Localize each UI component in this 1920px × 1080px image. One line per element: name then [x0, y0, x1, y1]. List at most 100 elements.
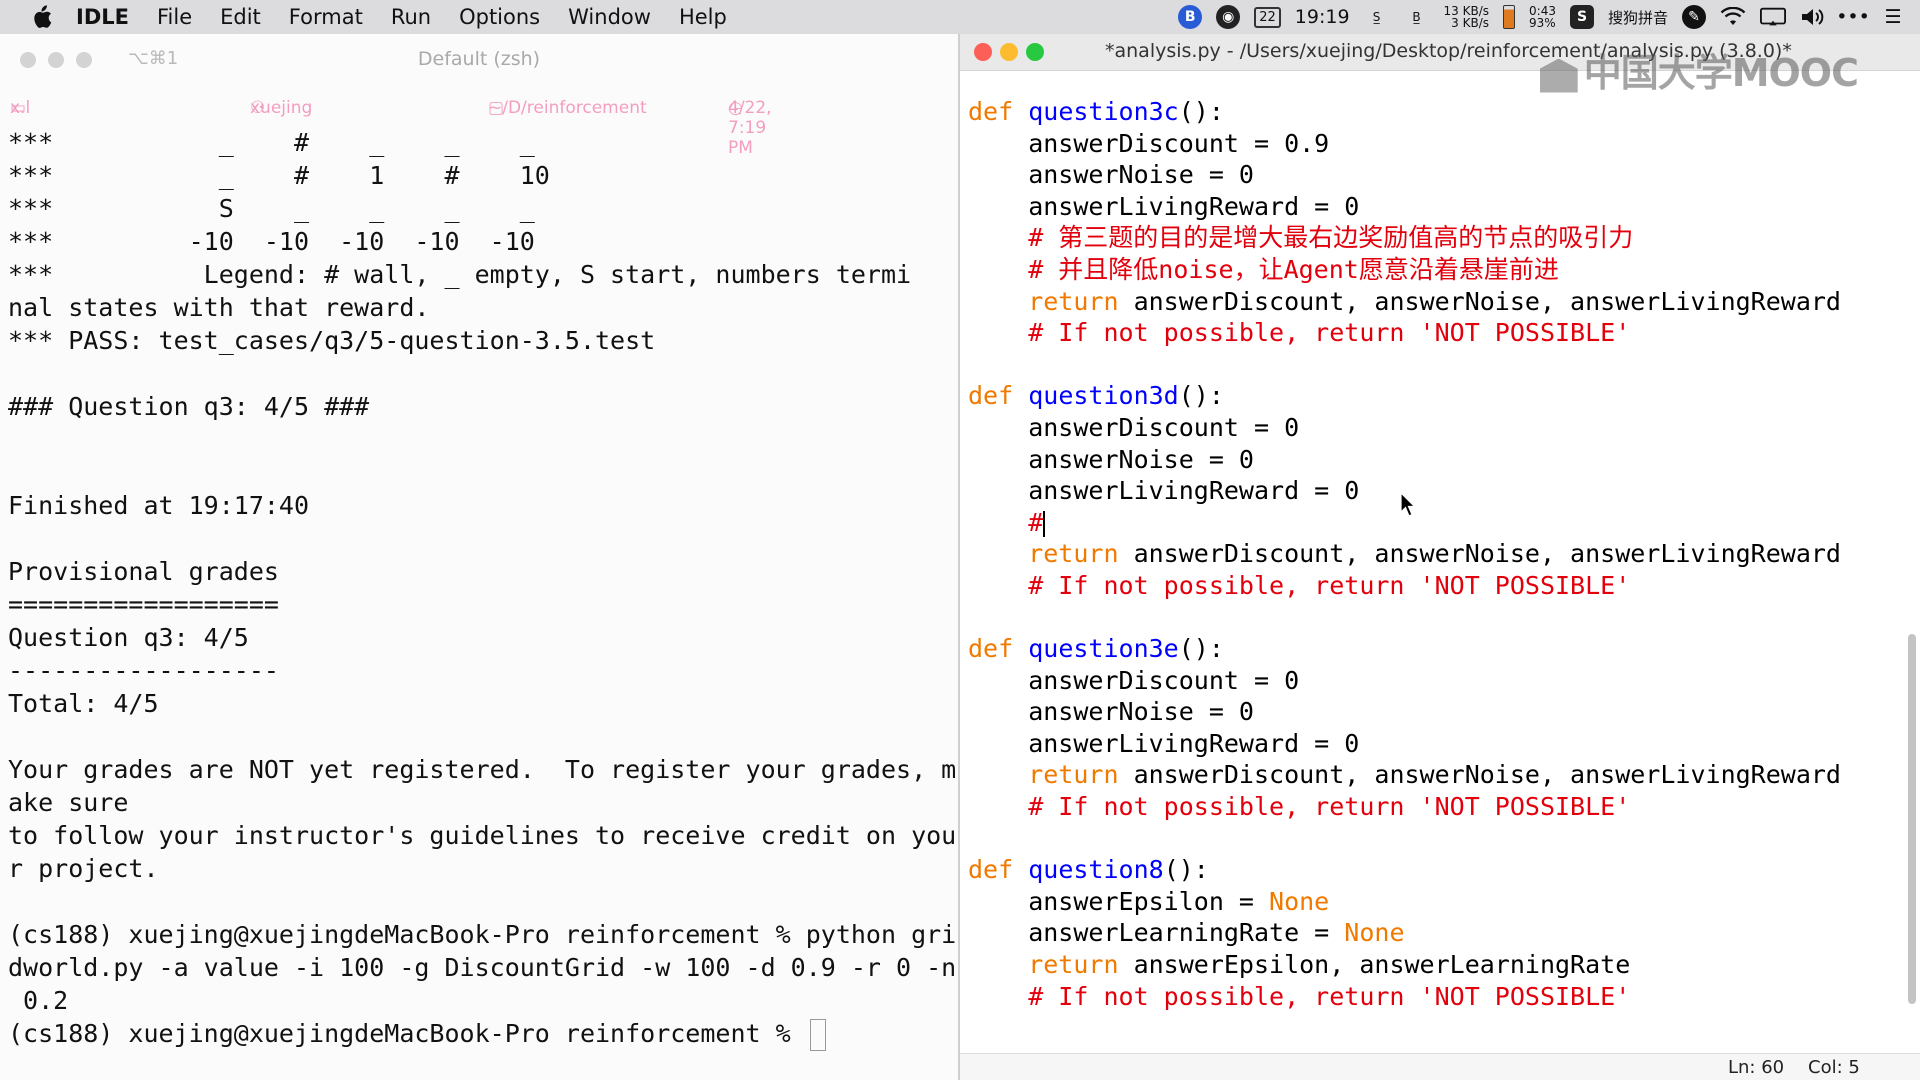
function-name-token: question3e: [1028, 634, 1179, 664]
terminal-line: *** _ # _ _ _: [8, 126, 953, 159]
terminal-line: *** Legend: # wall, _ empty, S start, nu…: [8, 258, 953, 291]
terminal-line-text: *** _ # 1 # 10: [8, 161, 550, 190]
code-token: ():: [1178, 381, 1224, 411]
menu-window[interactable]: Window: [568, 5, 651, 29]
code-token: answerLivingReward = 0: [968, 476, 1360, 506]
display-icon[interactable]: [1760, 6, 1786, 28]
code-line: return answerEpsilon, answerLearningRate: [968, 949, 1841, 981]
function-name-token: question8: [1028, 855, 1164, 885]
app-icon[interactable]: ✎: [1682, 5, 1706, 29]
terminal-line-text: Provisional grades: [8, 557, 279, 586]
vertical-scrollbar[interactable]: [1908, 634, 1916, 1004]
code-line: answerDiscount = 0.9: [968, 128, 1841, 160]
list-icon[interactable]: ☰: [1880, 6, 1906, 28]
b-icon[interactable]: B̲: [1404, 6, 1430, 28]
zoom-button[interactable]: [1026, 43, 1044, 61]
menu-edit[interactable]: Edit: [220, 5, 261, 29]
builtin-token: None: [1344, 918, 1405, 948]
code-editor[interactable]: def question3c (): answerDiscount = 0.9 a…: [968, 96, 1841, 1012]
code-line: def question3d():: [968, 380, 1841, 412]
menu-options[interactable]: Options: [459, 5, 540, 29]
terminal-line-text: 0.2: [8, 986, 69, 1015]
terminal-line-text: to follow your instructor's guidelines t…: [8, 821, 957, 850]
sogou-icon[interactable]: S: [1569, 5, 1594, 29]
terminal-line-text: *** _ # _ _ _: [8, 128, 535, 157]
terminal-line-text: ake sure: [8, 788, 129, 817]
menu-format[interactable]: Format: [289, 5, 363, 29]
wifi-icon[interactable]: [1720, 6, 1746, 28]
terminal-line-text: dworld.py -a value -i 100 -g DiscountGri…: [8, 953, 957, 982]
comment-token: # If not possible, return 'NOT POSSIBLE': [968, 792, 1631, 822]
code-token: answerNoise = 0: [968, 697, 1254, 727]
keyword-token: return: [968, 950, 1119, 980]
s-icon[interactable]: S̲: [1364, 6, 1390, 28]
battery-icon[interactable]: [1503, 5, 1516, 29]
terminal-line: (cs188) xuejing@xuejingdeMacBook-Pro rei…: [8, 1017, 953, 1051]
network-speed: 13 KB/s 3 KB/s: [1444, 5, 1489, 29]
keyword-token: def: [968, 97, 1029, 126]
clock[interactable]: 19:19: [1295, 6, 1350, 28]
terminal-output[interactable]: *** _ # _ _ _ *** _ # 1 # 10 *** S _ _ _ _…: [8, 126, 957, 1051]
folder-path: ~/D/reinforcement: [488, 98, 647, 118]
keyword-token: def: [968, 634, 1029, 664]
code-token: answerDiscount, answerNoise, answerLivin…: [1118, 286, 1841, 316]
code-line: answerDiscount = 0: [968, 665, 1841, 697]
keyword-token: return: [968, 539, 1119, 569]
terminal-line: *** _ # 1 # 10: [8, 159, 953, 192]
volume-icon[interactable]: [1800, 6, 1826, 28]
watermark-text: 中国大学MOOC: [1583, 51, 1859, 95]
input-method-label[interactable]: 搜狗拼音: [1608, 7, 1668, 28]
keyword-token: def: [968, 855, 1029, 885]
terminal-line-text: (cs188) xuejing@xuejingdeMacBook-Pro rei…: [8, 1019, 806, 1048]
terminal-line-text: ### Question q3: 4/5 ###: [8, 392, 370, 421]
code-token: ():: [1163, 855, 1209, 885]
apple-icon[interactable]: [30, 5, 52, 29]
code-token: answerLivingReward = 0: [968, 728, 1360, 758]
code-line: return answerDiscount, answerNoise, answ…: [968, 759, 1841, 791]
close-button[interactable]: [974, 43, 992, 61]
code-line: # 第三题的目的是增大最右边奖励值高的节点的吸引力: [968, 222, 1841, 254]
terminal-line-text: *** Legend: # wall, _ empty, S start, nu…: [8, 260, 912, 289]
comment-token: # If not possible, return 'NOT POSSIBLE': [968, 570, 1631, 600]
editor-statusbar: Ln: 60 Col: 5: [960, 1053, 1920, 1080]
code-line: # If not possible, return 'NOT POSSIBLE': [968, 570, 1841, 602]
code-token: ():: [1178, 634, 1224, 664]
comment-token: # 第三题的目的是增大最右边奖励值高的节点的吸引力: [968, 223, 1634, 253]
menu-file[interactable]: File: [157, 5, 192, 29]
calendar-icon[interactable]: 22: [1254, 6, 1281, 28]
terminal-line: to follow your instructor's guidelines t…: [8, 819, 957, 852]
text-caret: [1043, 510, 1046, 537]
terminal-line: Your grades are NOT yet registered. To r…: [8, 753, 956, 786]
code-line: answerNoise = 0: [968, 159, 1841, 191]
terminal-line-text: ==================: [8, 590, 279, 619]
menu-run[interactable]: Run: [391, 5, 431, 29]
terminal-line: nal states with that reward.: [8, 291, 953, 324]
more-icon[interactable]: •••: [1836, 6, 1870, 28]
bluetooth-icon[interactable]: B: [1178, 5, 1203, 29]
terminal-line-text: nal states with that reward.: [8, 293, 430, 322]
terminal-info-bar: ▭ x.l ⚇ xuejing ▢ ~/D/reinforcement ◷ 4/…: [0, 86, 958, 158]
terminal-line: ### Question q3: 4/5 ###: [8, 390, 953, 423]
minimize-button[interactable]: [1000, 43, 1018, 61]
terminal-line: *** S _ _ _ _: [8, 192, 953, 225]
mooc-logo-icon: [1539, 58, 1578, 93]
code-line: answerEpsilon = None: [968, 886, 1841, 918]
terminal-line: ake sure: [8, 786, 953, 819]
chrome-icon[interactable]: ◉: [1216, 5, 1241, 29]
code-line: def question3e():: [968, 633, 1841, 665]
function-name-token: question3c: [1028, 97, 1179, 126]
menu-idle[interactable]: IDLE: [76, 5, 129, 29]
code-line: # If not possible, return 'NOT POSSIBLE': [968, 791, 1841, 823]
idle-editor-window: *analysis.py - /Users/xuejing/Desktop/re…: [960, 34, 1920, 1080]
editor-titlebar: *analysis.py - /Users/xuejing/Desktop/re…: [960, 34, 1920, 95]
terminal-line: *** -10 -10 -10 -10 -10: [8, 225, 953, 258]
code-token: answerEpsilon =: [968, 886, 1270, 916]
terminal-line-text: ------------------: [8, 656, 279, 685]
terminal-line: r project.: [8, 852, 953, 885]
menu-help[interactable]: Help: [679, 5, 727, 29]
